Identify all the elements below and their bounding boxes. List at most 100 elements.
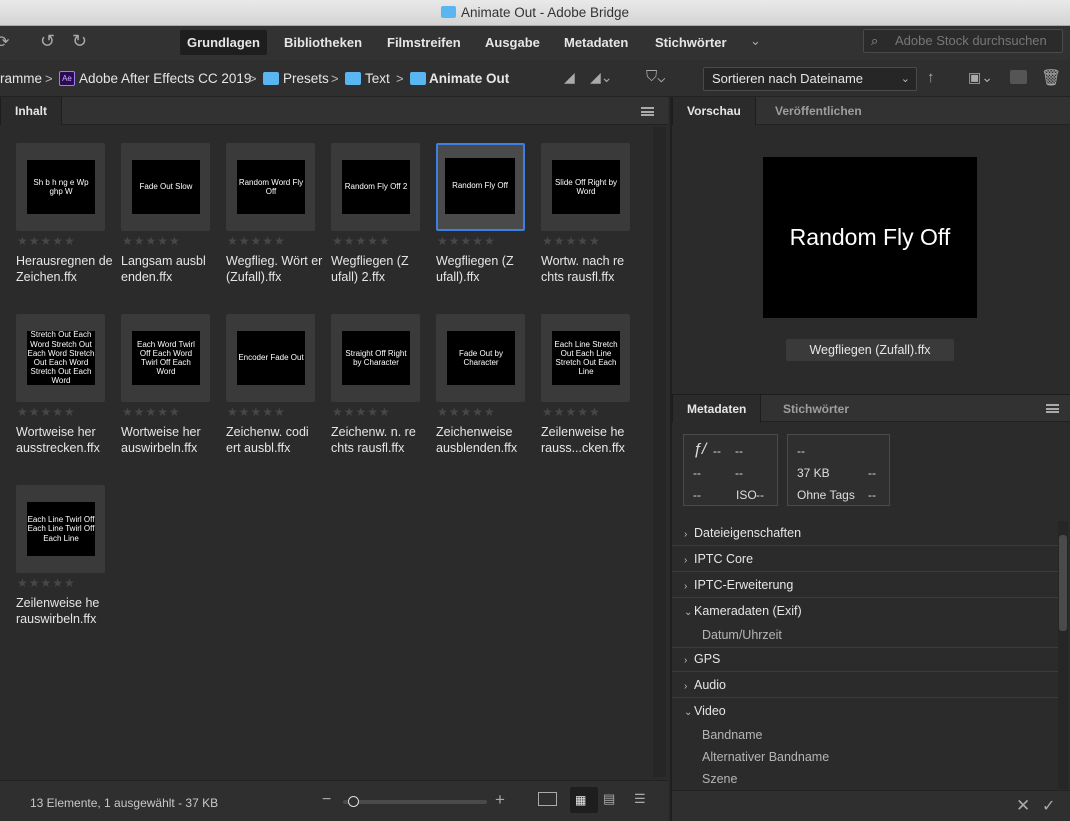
thumbnail[interactable]: Random Fly Off bbox=[436, 143, 525, 231]
content-scrollbar[interactable] bbox=[653, 127, 666, 777]
thumbnail-image: Each Line Twirl Off Each Line Twirl Off … bbox=[27, 502, 95, 556]
thumbnail-image-text: Random Word Fly Off bbox=[238, 177, 304, 196]
section-kameradaten[interactable]: ⌄ Kameradaten (Exif) bbox=[684, 604, 802, 618]
exposure-value: -- bbox=[693, 466, 701, 480]
thumbnail-quality-icon[interactable]: ◢⌄ bbox=[590, 69, 613, 86]
zoom-slider-handle[interactable] bbox=[348, 796, 359, 807]
list-view-icon[interactable]: ☰ bbox=[634, 791, 646, 807]
chevron-down-icon[interactable]: ⌄ bbox=[750, 33, 761, 49]
panel-menu-icon[interactable] bbox=[641, 107, 654, 116]
rating-stars[interactable]: ★★★★★ bbox=[542, 405, 601, 419]
new-folder-icon[interactable] bbox=[1010, 70, 1027, 84]
view-thumbnails-button[interactable]: ▦ bbox=[570, 787, 598, 813]
thumbnail[interactable]: Straight Off Right by Character bbox=[331, 314, 420, 402]
thumbnail[interactable]: Each Line Stretch Out Each Line Stretch … bbox=[541, 314, 630, 402]
redo-icon[interactable]: ↻ bbox=[72, 31, 87, 52]
stock-search-input[interactable]: ⌕ Adobe Stock durchsuchen bbox=[863, 29, 1063, 53]
rating-stars[interactable]: ★★★★★ bbox=[17, 576, 76, 590]
rating-stars[interactable]: ★★★★★ bbox=[542, 234, 601, 248]
tab-inhalt[interactable]: Inhalt bbox=[0, 97, 62, 125]
breadcrumb-item[interactable]: Presets bbox=[283, 71, 329, 86]
section-audio[interactable]: › Audio bbox=[684, 678, 726, 692]
section-iptc-erweiterung[interactable]: › IPTC-Erweiterung bbox=[684, 578, 793, 592]
filter-icon[interactable]: ⛉⌄ bbox=[646, 68, 665, 85]
thumbnail[interactable]: Sh b h ng e Wp ghp W bbox=[16, 143, 105, 231]
divider bbox=[672, 671, 1060, 672]
thumbnail[interactable]: Fade Out by Character bbox=[436, 314, 525, 402]
chevron-right-icon: › bbox=[684, 529, 688, 540]
tab-metadaten[interactable]: Metadaten bbox=[672, 395, 762, 423]
thumbnail[interactable]: Each Word Twirl Off Each Word Twirl Off … bbox=[121, 314, 210, 402]
quality-icon[interactable]: ◢ bbox=[564, 69, 575, 86]
chevron-down-icon: ⌄ bbox=[684, 707, 693, 718]
divider bbox=[672, 545, 1060, 546]
zoom-out-icon[interactable]: − bbox=[322, 791, 331, 809]
zoom-slider[interactable] bbox=[343, 796, 487, 807]
grid-lock-icon[interactable] bbox=[538, 792, 557, 806]
rating-stars[interactable]: ★★★★★ bbox=[332, 405, 391, 419]
thumbnail[interactable]: Fade Out Slow bbox=[121, 143, 210, 231]
workspace-bibliotheken[interactable]: Bibliotheken bbox=[277, 30, 369, 55]
tab-stichwoerter[interactable]: Stichwörter bbox=[769, 395, 863, 423]
search-icon: ⌕ bbox=[871, 33, 879, 48]
chevron-down-icon: ⌄ bbox=[684, 607, 693, 618]
workspace-ausgabe[interactable]: Ausgabe bbox=[478, 30, 547, 55]
divider bbox=[672, 647, 1060, 648]
workspace-metadaten[interactable]: Metadaten bbox=[557, 30, 635, 55]
section-iptc-core[interactable]: › IPTC Core bbox=[684, 552, 753, 566]
folder-icon bbox=[345, 72, 361, 85]
zoom-in-icon[interactable]: + bbox=[495, 790, 505, 810]
cancel-icon[interactable]: ✕ bbox=[1016, 796, 1030, 816]
panel-menu-icon[interactable] bbox=[1046, 404, 1059, 413]
section-video[interactable]: ⌄ Video bbox=[684, 704, 726, 718]
rating-stars[interactable]: ★★★★★ bbox=[227, 405, 286, 419]
flash-value: -- bbox=[735, 466, 743, 480]
metadata-footer: ✕ ✓ bbox=[672, 790, 1070, 821]
sort-select[interactable]: Sortieren nach Dateiname ⌄ bbox=[703, 67, 917, 91]
chevron-right-icon: › bbox=[684, 655, 688, 666]
breadcrumb-item[interactable]: ramme bbox=[0, 71, 42, 86]
sort-ascending-icon[interactable]: ↑ bbox=[927, 69, 935, 86]
rating-stars[interactable]: ★★★★★ bbox=[437, 405, 496, 419]
workspace-filmstreifen[interactable]: Filmstreifen bbox=[380, 30, 468, 55]
thumbnail-filename: Langsam ausbl enden.ffx bbox=[121, 254, 206, 284]
scrollbar-thumb[interactable] bbox=[1059, 535, 1067, 631]
rating-stars[interactable]: ★★★★★ bbox=[437, 234, 496, 248]
thumbnail[interactable]: Stretch Out Each Word Stretch Out Each W… bbox=[16, 314, 105, 402]
refresh-icon[interactable]: ⟳ bbox=[0, 32, 9, 52]
thumbnail[interactable]: Random Word Fly Off bbox=[226, 143, 315, 231]
thumbnail-image: Fade Out by Character bbox=[447, 331, 515, 385]
section-dateieigenschaften[interactable]: › Dateieigenschaften bbox=[684, 526, 801, 540]
field-bandname: Bandname bbox=[702, 728, 763, 742]
breadcrumb-current[interactable]: Animate Out bbox=[429, 71, 509, 86]
thumbnail-image: Random Fly Off bbox=[445, 158, 515, 214]
apply-icon[interactable]: ✓ bbox=[1042, 796, 1055, 816]
breadcrumb-item[interactable]: Adobe After Effects CC 2019 bbox=[79, 71, 251, 86]
thumbnail[interactable]: Random Fly Off 2 bbox=[331, 143, 420, 231]
thumbnail[interactable]: Encoder Fade Out bbox=[226, 314, 315, 402]
folder-icon bbox=[440, 6, 456, 18]
rating-stars[interactable]: ★★★★★ bbox=[332, 234, 391, 248]
thumbnail-filename: Wegfliegen (Z ufall).ffx bbox=[436, 254, 514, 284]
status-text: 13 Elemente, 1 ausgewählt - 37 KB bbox=[30, 796, 219, 810]
workspace-stichwoerter[interactable]: Stichwörter bbox=[648, 30, 734, 55]
workspace-grundlagen[interactable]: Grundlagen bbox=[180, 30, 267, 55]
detail-view-icon[interactable]: ▤ bbox=[603, 791, 615, 807]
thumbnail[interactable]: Slide Off Right by Word bbox=[541, 143, 630, 231]
rating-stars[interactable]: ★★★★★ bbox=[122, 405, 181, 419]
trash-icon[interactable]: 🗑 bbox=[1041, 68, 1061, 88]
rating-stars[interactable]: ★★★★★ bbox=[17, 405, 76, 419]
metadata-scrollbar[interactable] bbox=[1058, 521, 1068, 789]
rating-stars[interactable]: ★★★★★ bbox=[227, 234, 286, 248]
section-gps[interactable]: › GPS bbox=[684, 652, 720, 666]
rating-stars[interactable]: ★★★★★ bbox=[122, 234, 181, 248]
undo-icon[interactable]: ↺ bbox=[40, 31, 55, 52]
color-profile-value: -- bbox=[868, 488, 876, 502]
tab-veroeffentlichen[interactable]: Veröffentlichen bbox=[761, 97, 876, 125]
tab-vorschau[interactable]: Vorschau bbox=[672, 97, 756, 125]
recent-folder-icon[interactable]: ▣⌄ bbox=[968, 69, 993, 86]
rating-stars[interactable]: ★★★★★ bbox=[17, 234, 76, 248]
status-bar: 13 Elemente, 1 ausgewählt - 37 KB − + ▦ … bbox=[0, 780, 668, 821]
breadcrumb-item[interactable]: Text bbox=[365, 71, 390, 86]
thumbnail[interactable]: Each Line Twirl Off Each Line Twirl Off … bbox=[16, 485, 105, 573]
